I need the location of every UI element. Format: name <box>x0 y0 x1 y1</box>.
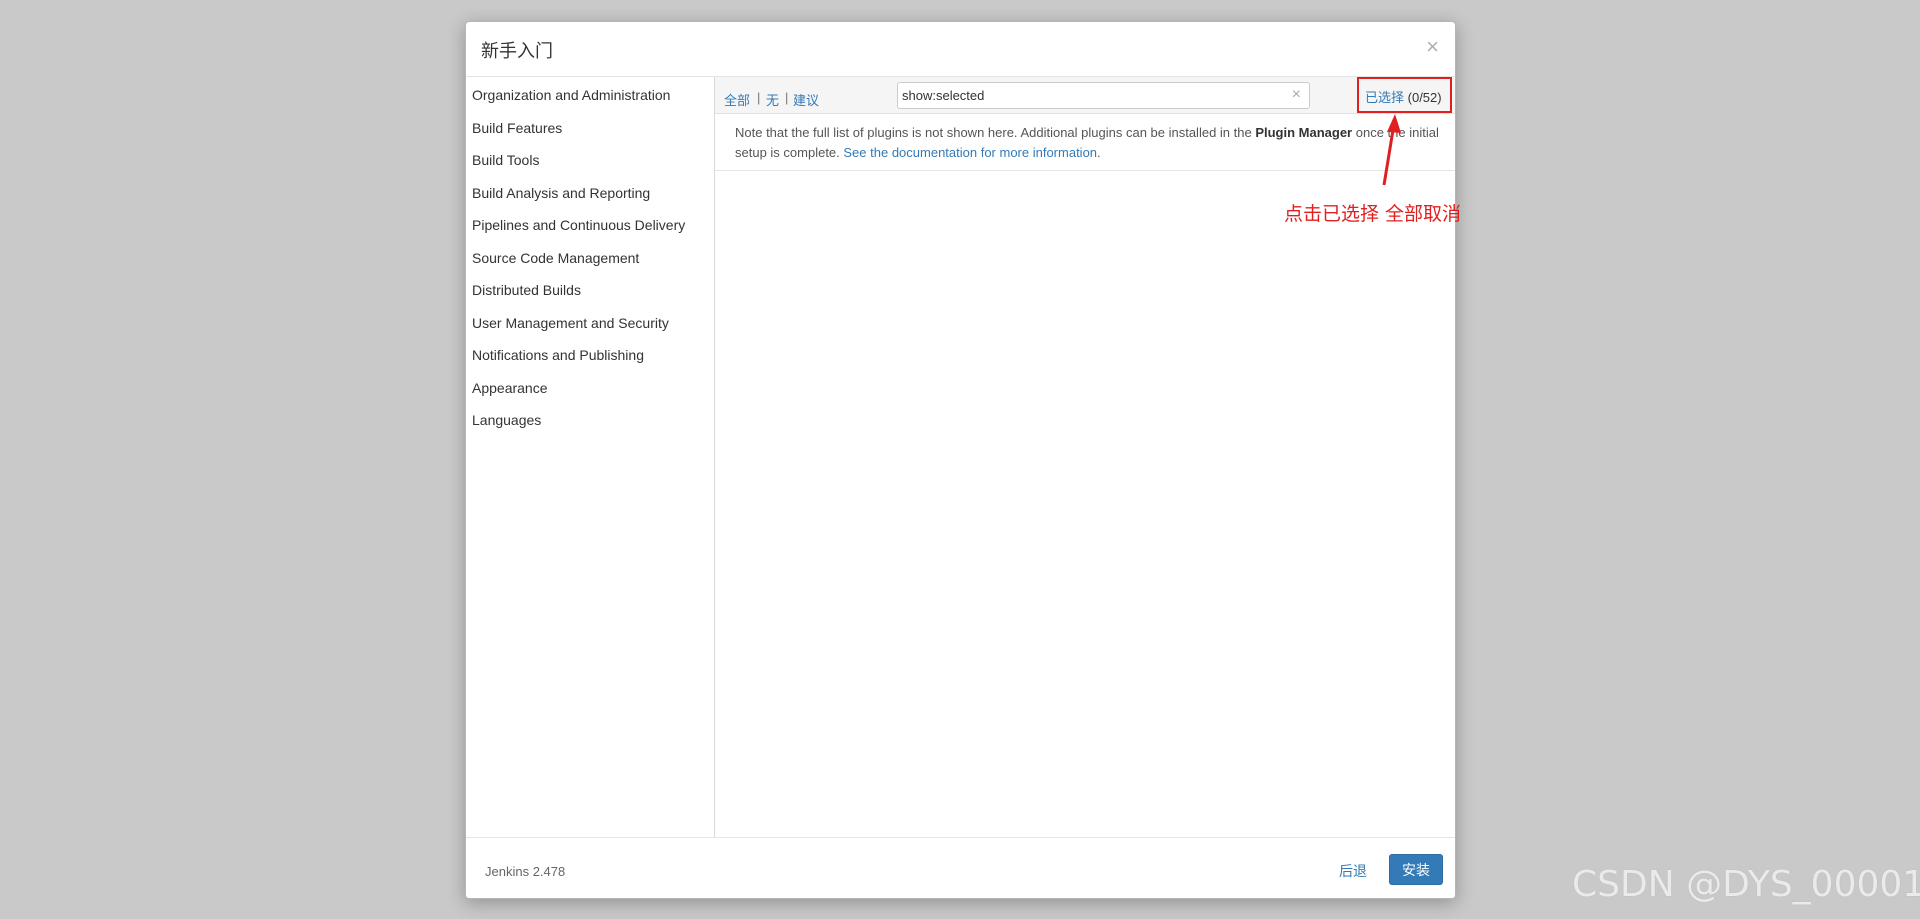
jenkins-version: Jenkins 2.478 <box>485 864 566 879</box>
watermark-text: CSDN @DYS_00001 <box>1572 864 1920 905</box>
selected-filter-link[interactable]: 已选择 (0/52) <box>1365 87 1442 106</box>
dialog-title: 新手入门 <box>481 41 553 61</box>
plugin-search-box: × <box>897 82 1310 109</box>
sidebar-item-appearance[interactable]: Appearance <box>472 380 548 396</box>
selected-label: 已选择 <box>1365 90 1405 105</box>
sidebar-item-notifications-publishing[interactable]: Notifications and Publishing <box>472 347 644 363</box>
plugin-category-sidebar: Organization and Administration Build Fe… <box>466 77 715 859</box>
plugin-manager-label: Plugin Manager <box>1255 125 1353 140</box>
filter-all-link[interactable]: 全部 <box>724 90 750 109</box>
filter-separator: | <box>785 90 789 105</box>
clear-search-icon[interactable]: × <box>1292 86 1301 104</box>
note-period: . <box>1097 145 1101 160</box>
filter-none-link[interactable]: 无 <box>766 90 779 109</box>
sidebar-item-distributed-builds[interactable]: Distributed Builds <box>472 282 581 298</box>
plugin-note: Note that the full list of plugins is no… <box>735 123 1445 163</box>
annotation-arrow-icon <box>1382 114 1401 186</box>
sidebar-item-organization-administration[interactable]: Organization and Administration <box>472 87 670 103</box>
note-divider <box>715 170 1455 171</box>
annotation-text: 点击已选择 全部取消 <box>1284 203 1462 225</box>
dialog-header: 新手入门 × <box>466 22 1455 77</box>
plugin-search-input[interactable] <box>902 86 1282 105</box>
sidebar-item-build-tools[interactable]: Build Tools <box>472 152 539 168</box>
sidebar-item-user-management-security[interactable]: User Management and Security <box>472 315 669 331</box>
setup-wizard-dialog: 新手入门 × Organization and Administration B… <box>465 21 1456 899</box>
sidebar-item-build-analysis-reporting[interactable]: Build Analysis and Reporting <box>472 185 650 201</box>
selected-count: (0/52) <box>1407 90 1442 105</box>
filter-separator: | <box>757 90 761 105</box>
documentation-link[interactable]: See the documentation for more informati… <box>843 145 1097 160</box>
sidebar-item-source-code-management[interactable]: Source Code Management <box>472 250 639 266</box>
filter-suggested-link[interactable]: 建议 <box>793 90 819 109</box>
install-button[interactable]: 安装 <box>1389 854 1443 885</box>
sidebar-item-languages[interactable]: Languages <box>472 412 541 428</box>
back-button[interactable]: 后退 <box>1339 861 1367 881</box>
dialog-footer: Jenkins 2.478 后退 安装 <box>466 837 1455 898</box>
close-icon[interactable]: × <box>1426 36 1439 58</box>
plugin-list-panel: 全部 | 无 | 建议 × 已选择 (0/52) Note that the f… <box>715 77 1455 859</box>
sidebar-item-pipelines-continuous-delivery[interactable]: Pipelines and Continuous Delivery <box>472 217 685 233</box>
plugin-toolbar: 全部 | 无 | 建议 × 已选择 (0/52) <box>715 77 1455 114</box>
note-text-before: Note that the full list of plugins is no… <box>735 125 1256 140</box>
selected-highlight-box: 已选择 (0/52) <box>1357 77 1452 113</box>
sidebar-item-build-features[interactable]: Build Features <box>472 120 562 136</box>
